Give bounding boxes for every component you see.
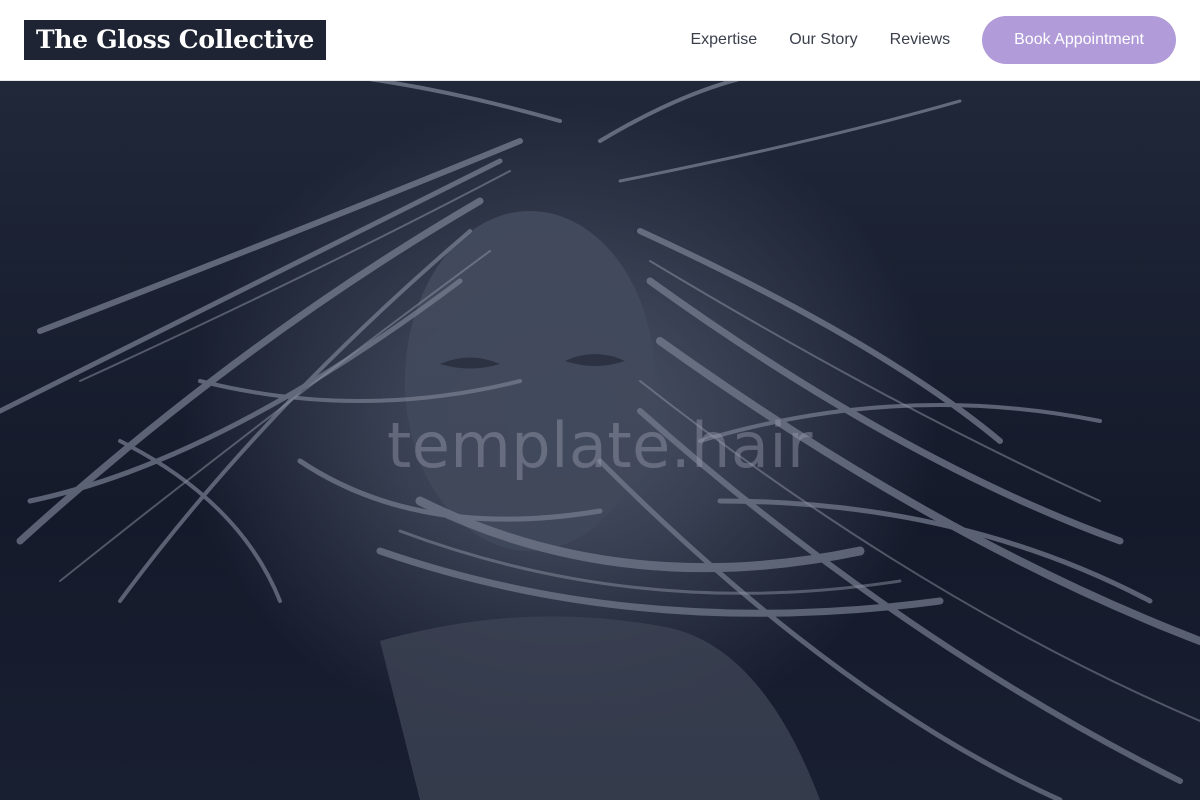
book-appointment-button[interactable]: Book Appointment xyxy=(982,16,1176,64)
main-nav: Expertise Our Story Reviews Book Appoint… xyxy=(690,16,1176,64)
watermark-text: template.hair xyxy=(386,409,814,482)
site-header: The Gloss Collective Expertise Our Story… xyxy=(0,0,1200,81)
nav-link-expertise[interactable]: Expertise xyxy=(690,31,757,49)
brand-logo[interactable]: The Gloss Collective xyxy=(24,20,326,60)
hero-section: template.hair xyxy=(0,81,1200,800)
nav-link-reviews[interactable]: Reviews xyxy=(890,31,950,49)
nav-link-our-story[interactable]: Our Story xyxy=(789,31,857,49)
